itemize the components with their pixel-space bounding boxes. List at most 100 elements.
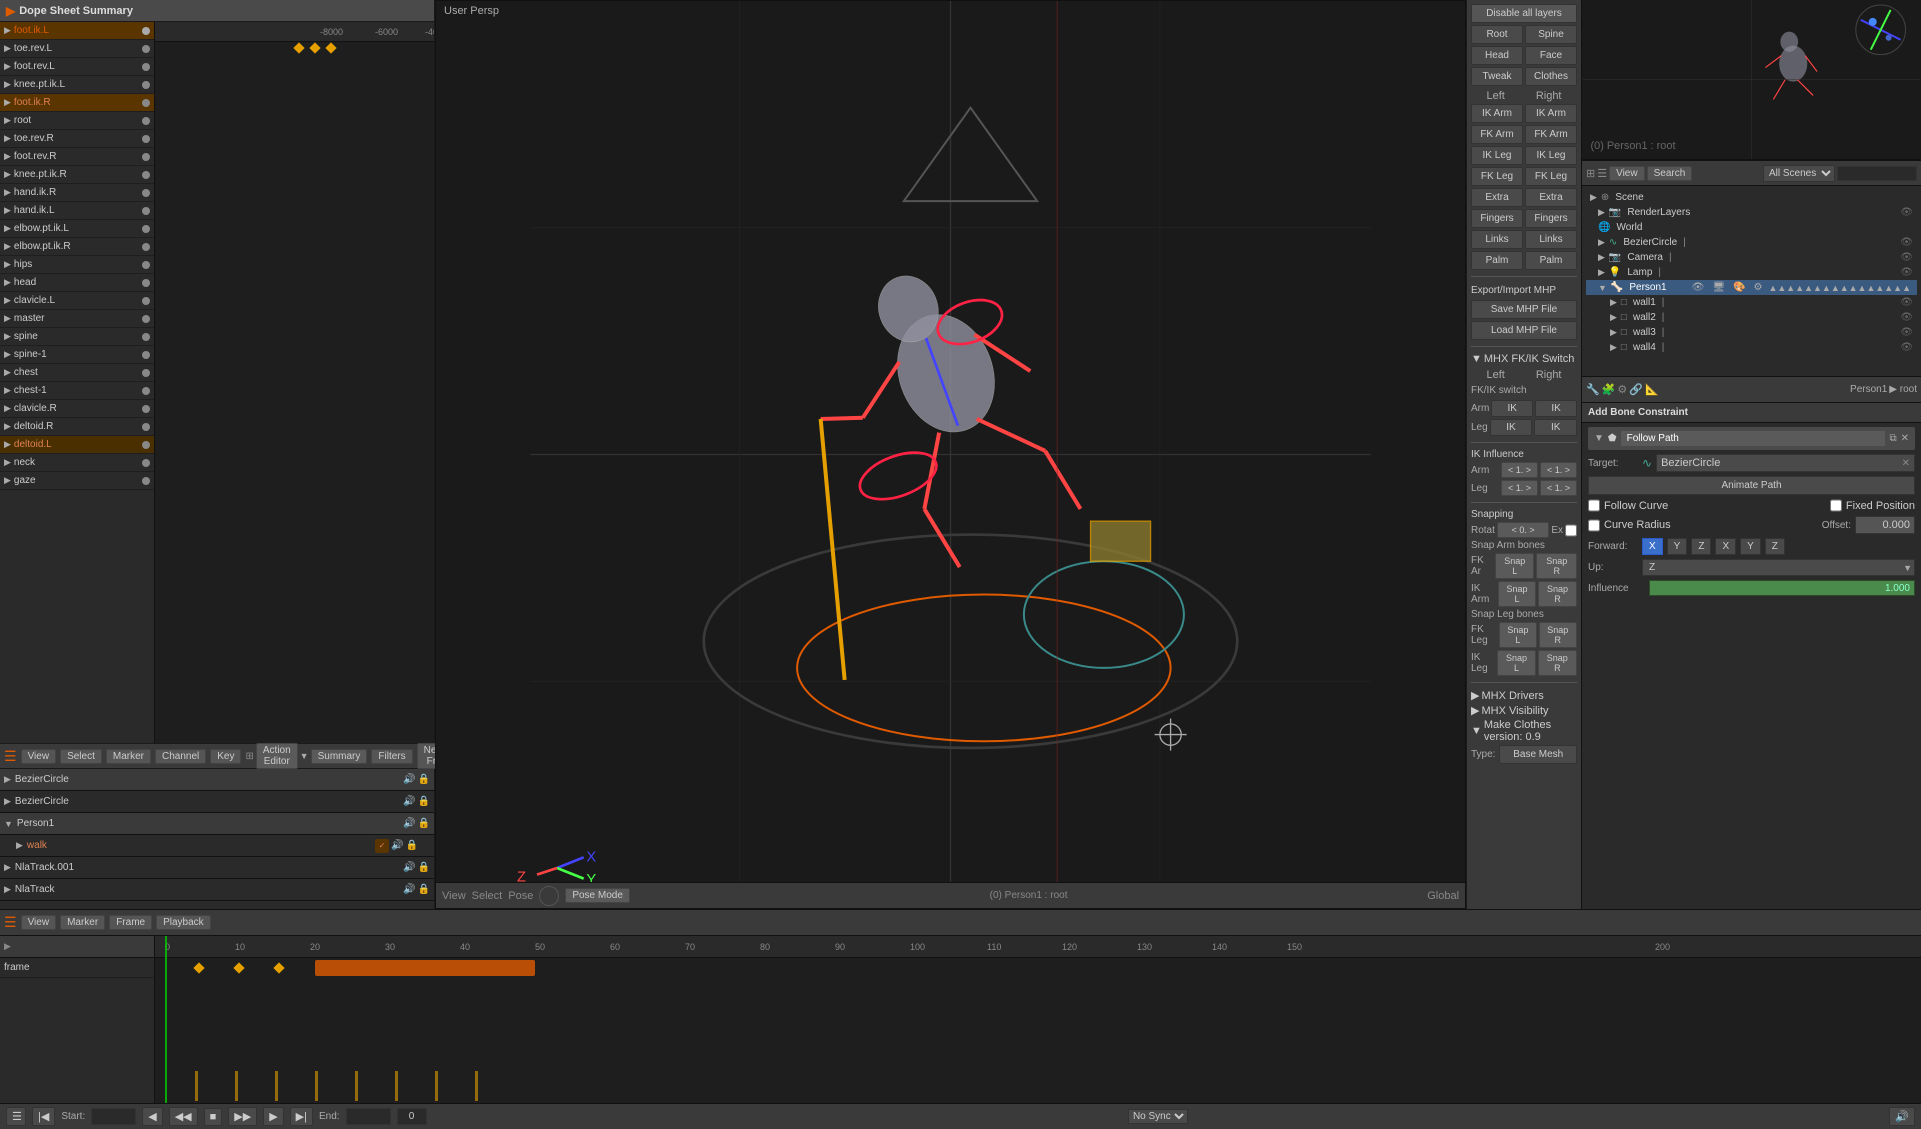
constraint-close-icon[interactable]: ✕ — [1901, 433, 1909, 444]
mhx-drivers-expand[interactable]: ▶ MHX Drivers — [1471, 689, 1577, 702]
mhx-visibility-expand[interactable]: ▶ MHX Visibility — [1471, 704, 1577, 717]
dope-item[interactable]: ▶ foot.rev.L — [0, 58, 154, 76]
tl-view-btn[interactable]: View — [21, 915, 57, 930]
base-mesh-btn[interactable]: Base Mesh — [1499, 745, 1577, 764]
current-offset-input[interactable] — [397, 1108, 427, 1125]
dope-item[interactable]: ▶ master — [0, 310, 154, 328]
person1-item[interactable]: ▼ 🦴 Person1 👁 🖥 🎨 ⚙ ▲▲▲▲▲▲▲▲▲▲▲▲▲▲▲▲ — [1586, 280, 1917, 295]
dope-item[interactable]: ▶ spine — [0, 328, 154, 346]
dope-item[interactable]: ▶ root — [0, 112, 154, 130]
rotat-btn[interactable]: < 0. > — [1497, 522, 1549, 538]
dope-item[interactable]: ▶ foot.ik.R — [0, 94, 154, 112]
play-reverse-btn[interactable]: ◀◀ — [169, 1107, 198, 1126]
fk-leg-l-btn[interactable]: FK Leg — [1471, 167, 1523, 186]
target-clear-icon[interactable]: ✕ — [1902, 458, 1910, 469]
scene-root-item[interactable]: ▶ ⊕ Scene — [1586, 190, 1917, 205]
dope-item[interactable]: ▶ knee.pt.ik.L — [0, 76, 154, 94]
fingers-l-btn[interactable]: Fingers — [1471, 209, 1523, 228]
dope-item[interactable]: ▶ deltoid.L — [0, 436, 154, 454]
dope-item[interactable]: ▶ gaze — [0, 472, 154, 490]
fk-arm-snap-r[interactable]: Snap R — [1536, 553, 1577, 579]
next-frame-btn[interactable]: ▶ — [263, 1107, 283, 1126]
arm-inf1-btn[interactable]: < 1. > — [1501, 462, 1538, 478]
dope-item[interactable]: ▶ deltoid.R — [0, 418, 154, 436]
fixed-position-check[interactable]: Fixed Position — [1830, 499, 1915, 512]
target-input[interactable]: BezierCircle ✕ — [1656, 454, 1915, 472]
links-l-btn[interactable]: Links — [1471, 230, 1523, 249]
view-scene-btn[interactable]: View — [1609, 166, 1645, 181]
tl-playback-btn[interactable]: Playback — [156, 915, 211, 930]
fk-arm-snap-l[interactable]: Snap L — [1495, 553, 1534, 579]
ik-leg-snap-l[interactable]: Snap L — [1497, 650, 1535, 676]
forward-y-btn[interactable]: Y — [1667, 538, 1688, 555]
ik-arm-l-btn[interactable]: IK Arm — [1471, 104, 1523, 123]
pose-mode-btn[interactable]: Pose Mode — [565, 888, 630, 903]
dope-item[interactable]: ▶ clavicle.R — [0, 400, 154, 418]
root-btn[interactable]: Root — [1471, 25, 1523, 44]
clothes-btn[interactable]: Clothes — [1525, 67, 1577, 86]
prop-icon1[interactable]: 🔧 — [1586, 383, 1600, 396]
marker-btn[interactable]: Marker — [106, 749, 151, 764]
dope-item[interactable]: ▶ clavicle.L — [0, 292, 154, 310]
dope-item[interactable]: ▶ knee.pt.ik.R — [0, 166, 154, 184]
all-scenes-select[interactable]: All Scenes — [1763, 165, 1835, 182]
dope-item[interactable]: ▶ foot.rev.R — [0, 148, 154, 166]
lamp-item[interactable]: ▶ 💡 Lamp | 👁 — [1586, 265, 1917, 280]
mhx-fkik-expand[interactable]: ▼ MHX FK/IK Switch — [1471, 353, 1577, 365]
palm-l-btn[interactable]: Palm — [1471, 251, 1523, 270]
dope-item[interactable]: ▶ foot.ik.L — [0, 22, 154, 40]
influence-slider[interactable]: 1.000 — [1649, 580, 1915, 596]
dope-item[interactable]: ▶ spine-1 — [0, 346, 154, 364]
view-menu-btn[interactable]: View — [442, 890, 466, 902]
prop-icon2[interactable]: 🧩 — [1602, 383, 1616, 396]
global-btn[interactable]: Global — [1427, 890, 1459, 902]
extra-r-btn[interactable]: Extra — [1525, 188, 1577, 207]
tweak-btn[interactable]: Tweak — [1471, 67, 1523, 86]
dope-item[interactable]: ▶ hand.ik.R — [0, 184, 154, 202]
tl-track1[interactable]: frame — [0, 958, 154, 978]
view-icon[interactable]: ☰ — [4, 748, 17, 765]
ik-leg-r-btn[interactable]: IK Leg — [1525, 146, 1577, 165]
render-layers-item[interactable]: ▶ 📷 RenderLayers 👁 — [1586, 205, 1917, 220]
search-scene-btn[interactable]: Search — [1647, 166, 1693, 181]
offset-input[interactable]: 0.000 — [1855, 516, 1915, 534]
select-btn[interactable]: Select — [60, 749, 102, 764]
ex-checkbox[interactable] — [1565, 524, 1577, 537]
curve-radius-checkbox[interactable] — [1588, 519, 1600, 532]
ik-leg-l-btn[interactable]: IK Leg — [1471, 146, 1523, 165]
constraint-expand-arrow[interactable]: ▼ — [1594, 433, 1604, 444]
arm-ik-btn[interactable]: IK — [1491, 400, 1533, 417]
filters-btn[interactable]: Filters — [371, 749, 412, 764]
forward-y2-btn[interactable]: Y — [1740, 538, 1761, 555]
dope-item[interactable]: ▶ elbow.pt.ik.R — [0, 238, 154, 256]
fixed-position-checkbox[interactable] — [1830, 499, 1842, 512]
toggle-icon-btn[interactable]: ☰ — [6, 1107, 26, 1126]
animate-path-btn[interactable]: Animate Path — [1588, 476, 1915, 495]
select-menu-btn[interactable]: Select — [472, 890, 503, 902]
arm-ik2-btn[interactable]: IK — [1535, 400, 1577, 417]
follow-curve-checkbox[interactable] — [1588, 499, 1600, 512]
audio-btn[interactable]: 🔊 — [1889, 1107, 1915, 1126]
channel-btn[interactable]: Channel — [155, 749, 206, 764]
curve-radius-check[interactable]: Curve Radius — [1588, 519, 1671, 532]
head-btn[interactable]: Head — [1471, 46, 1523, 65]
dope-item[interactable]: ▶ chest-1 — [0, 382, 154, 400]
tl-marker-btn[interactable]: Marker — [60, 915, 105, 930]
wall3-item[interactable]: ▶ □ wall3 | 👁 — [1586, 325, 1917, 340]
play-btn[interactable]: ▶▶ — [228, 1107, 257, 1126]
timeline-menu-icon[interactable]: ☰ — [4, 914, 17, 931]
dope-item[interactable]: ▶ toe.rev.L — [0, 40, 154, 58]
dope-item[interactable]: ▶ hips — [0, 256, 154, 274]
end-frame-input[interactable]: 439 — [346, 1108, 391, 1125]
fk-arm-l-btn[interactable]: FK Arm — [1471, 125, 1523, 144]
jump-start-btn[interactable]: |◀ — [32, 1107, 55, 1126]
tl-frame-btn[interactable]: Frame — [109, 915, 152, 930]
dope-item[interactable]: ▶ head — [0, 274, 154, 292]
save-mhp-btn[interactable]: Save MHP File — [1471, 300, 1577, 319]
start-frame-input[interactable]: 1 — [91, 1108, 136, 1125]
dope-item[interactable]: ▶ toe.rev.R — [0, 130, 154, 148]
jump-end-btn[interactable]: ▶| — [290, 1107, 313, 1126]
dope-item[interactable]: ▶ neck — [0, 454, 154, 472]
world-item[interactable]: 🌐 World — [1586, 220, 1917, 235]
palm-r-btn[interactable]: Palm — [1525, 251, 1577, 270]
